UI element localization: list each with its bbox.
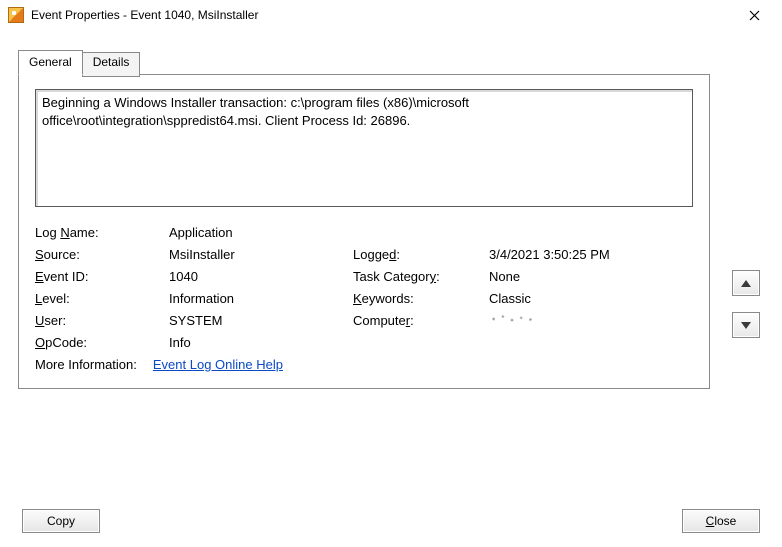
value-logged: 3/4/2021 3:50:25 PM (489, 247, 693, 262)
value-opcode: Info (169, 335, 693, 350)
value-log-name: Application (169, 225, 693, 240)
value-source: MsiInstaller (169, 247, 347, 262)
next-event-button[interactable] (732, 312, 760, 338)
arrow-up-icon (741, 280, 751, 287)
redacted-computer-name (489, 313, 535, 325)
window-title: Event Properties - Event 1040, MsiInstal… (31, 8, 258, 22)
label-logged: Logged: (353, 247, 483, 262)
prev-event-button[interactable] (732, 270, 760, 296)
close-icon[interactable] (734, 1, 774, 29)
label-computer: Computer: (353, 313, 483, 328)
value-level: Information (169, 291, 347, 306)
label-keywords: Keywords: (353, 291, 483, 306)
label-event-id: Event ID: (35, 269, 163, 284)
value-computer (489, 313, 693, 328)
event-message-text[interactable]: Beginning a Windows Installer transactio… (35, 89, 693, 207)
label-opcode: OpCode: (35, 335, 163, 350)
tab-strip: General Details (18, 50, 764, 75)
value-keywords: Classic (489, 291, 693, 306)
label-source: Source: (35, 247, 163, 262)
value-task-category: None (489, 269, 693, 284)
value-user: SYSTEM (169, 313, 347, 328)
app-icon (8, 7, 24, 23)
label-user: User: (35, 313, 163, 328)
tab-general[interactable]: General (18, 50, 83, 75)
close-button[interactable]: Close (682, 509, 760, 533)
arrow-down-icon (741, 322, 751, 329)
label-task-category: Task Category: (353, 269, 483, 284)
label-log-name: Log Name: (35, 225, 163, 240)
title-bar: Event Properties - Event 1040, MsiInstal… (0, 0, 782, 30)
link-online-help[interactable]: Event Log Online Help (153, 357, 283, 372)
value-event-id: 1040 (169, 269, 347, 284)
label-level: Level: (35, 291, 163, 306)
label-more-info: More Information: (35, 357, 137, 372)
tab-panel-general: Beginning a Windows Installer transactio… (18, 74, 710, 389)
tab-details[interactable]: Details (82, 52, 141, 77)
copy-button[interactable]: Copy (22, 509, 100, 533)
